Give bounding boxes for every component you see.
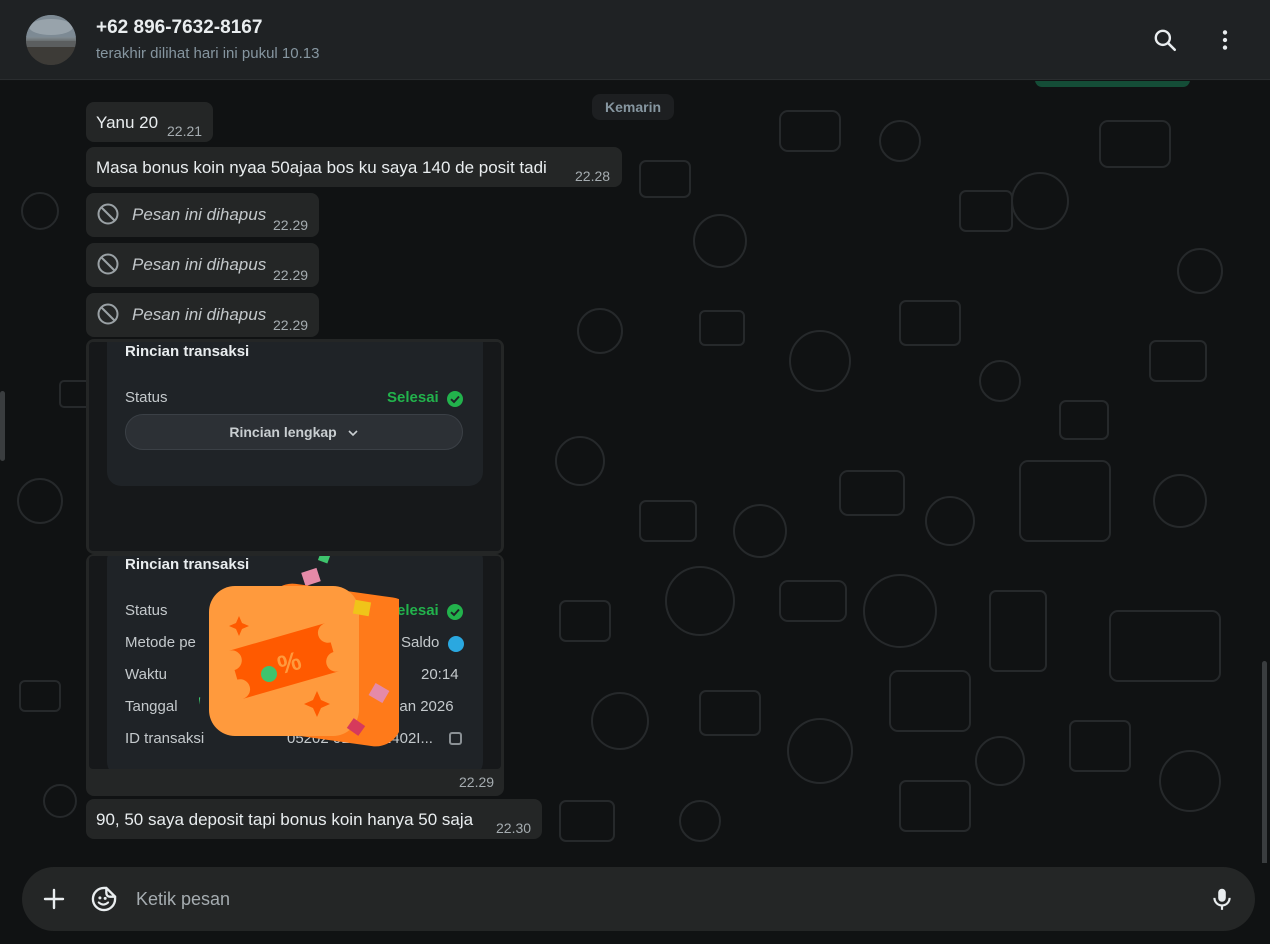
chevron-down-icon — [348, 430, 358, 437]
blocked-icon — [97, 303, 119, 325]
message-text: Masa bonus koin nyaa 50ajaa bos ku saya … — [96, 158, 547, 177]
message-composer[interactable] — [22, 867, 1255, 931]
transaction-card: Rincian transaksi Status Selesai Rincian… — [107, 342, 483, 486]
status-value: Selesai — [387, 389, 439, 406]
blocked-icon — [97, 203, 119, 225]
row-label: Waktu — [125, 666, 167, 683]
row-value: 20:14 — [421, 666, 459, 683]
message-time: 22.30 — [496, 820, 532, 836]
last-seen-status: terakhir dilihat hari ini pukul 10.13 — [96, 45, 320, 62]
contact-avatar[interactable] — [26, 15, 76, 65]
microphone-icon[interactable] — [1206, 883, 1238, 915]
copy-icon — [449, 732, 462, 745]
deleted-message[interactable]: Pesan ini dihapus 22.29 — [86, 293, 319, 337]
message-time: 22.29 — [273, 217, 309, 233]
message-text: Pesan ini dihapus — [132, 205, 267, 224]
image-message[interactable]: Rincian transaksi Status Selesai Metode … — [86, 554, 504, 796]
left-scrollbar[interactable] — [0, 391, 5, 461]
incoming-message[interactable]: 90, 50 saya deposit tapi bonus koin hany… — [86, 799, 542, 839]
wallet-icon — [448, 636, 464, 652]
incoming-message[interactable]: Yanu 20 22.21 — [86, 102, 213, 142]
full-details-button: Rincian lengkap — [125, 414, 463, 450]
transaction-screenshot[interactable]: Rincian transaksi Status Selesai Rincian… — [89, 342, 501, 551]
search-icon[interactable] — [1151, 26, 1179, 54]
status-label: Status — [125, 389, 168, 406]
previous-message-edge — [1035, 81, 1190, 87]
message-text: 90, 50 saya deposit tapi bonus koin hany… — [96, 810, 474, 829]
check-icon — [447, 391, 463, 407]
voucher-promo-icon: % — [199, 556, 399, 747]
sticker-icon[interactable] — [88, 883, 120, 915]
message-text: Pesan ini dihapus — [132, 305, 267, 324]
message-text: Yanu 20 — [96, 113, 159, 132]
message-time: 22.29 — [273, 267, 309, 283]
chat-area[interactable]: Kemarin Yanu 20 22.21 Masa bonus koin ny… — [0, 81, 1270, 863]
date-separator: Kemarin — [592, 94, 675, 120]
full-details-label: Rincian lengkap — [229, 424, 337, 440]
incoming-message[interactable]: Masa bonus koin nyaa 50ajaa bos ku saya … — [86, 147, 622, 187]
plus-icon[interactable] — [38, 883, 70, 915]
row-label: Tanggal — [125, 698, 178, 715]
card-title: Rincian transaksi — [125, 343, 250, 360]
message-time: 22.29 — [459, 774, 495, 790]
chat-header: +62 896-7632-8167 terakhir dilihat hari … — [0, 0, 1270, 80]
blocked-icon — [97, 253, 119, 275]
check-icon — [447, 604, 463, 620]
message-text: Pesan ini dihapus — [132, 255, 267, 274]
deleted-message[interactable]: Pesan ini dihapus 22.29 — [86, 193, 319, 237]
row-label: ID transaksi — [125, 730, 205, 747]
contact-name[interactable]: +62 896-7632-8167 — [96, 17, 262, 39]
transaction-screenshot[interactable]: Rincian transaksi Status Selesai Metode … — [89, 556, 501, 769]
message-time: 22.29 — [273, 317, 309, 333]
message-input[interactable] — [136, 879, 1136, 919]
composer-bar — [0, 863, 1270, 944]
deleted-message[interactable]: Pesan ini dihapus 22.29 — [86, 243, 319, 287]
row-label: Status — [125, 602, 168, 619]
message-time: 22.28 — [575, 168, 611, 184]
chat-scrollbar[interactable] — [1262, 661, 1267, 863]
image-message[interactable]: Rincian transaksi Status Selesai Rincian… — [86, 339, 504, 554]
message-time: 22.21 — [167, 123, 203, 139]
row-label: Metode pe — [125, 634, 196, 651]
more-vertical-icon[interactable] — [1211, 26, 1239, 54]
